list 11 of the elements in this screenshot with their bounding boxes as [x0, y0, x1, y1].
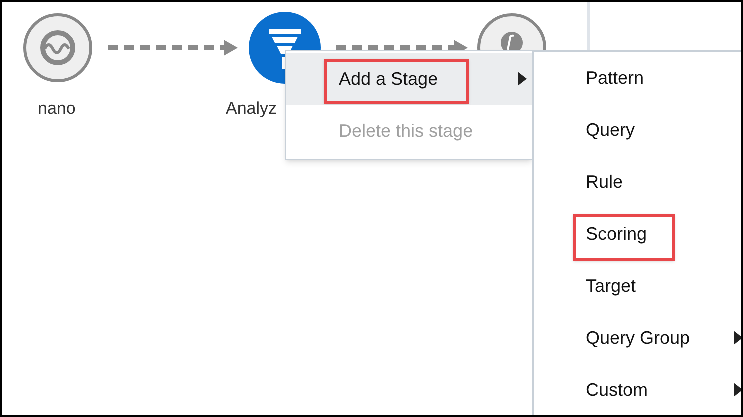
- submenu-item[interactable]: Query: [534, 104, 741, 156]
- submenu-item[interactable]: Pattern: [534, 52, 741, 104]
- node-label: nano: [38, 98, 76, 120]
- node-label: Analyz: [226, 98, 278, 120]
- submenu-item[interactable]: Query Group: [534, 312, 741, 364]
- menu-item[interactable]: Add a Stage: [286, 53, 532, 105]
- submenu-item[interactable]: Target: [534, 260, 741, 312]
- submenu-item[interactable]: Custom: [534, 364, 741, 415]
- submenu-item[interactable]: Rule: [534, 156, 741, 208]
- wave-node-icon[interactable]: [23, 13, 93, 83]
- submenu-item[interactable]: Scoring: [534, 208, 741, 260]
